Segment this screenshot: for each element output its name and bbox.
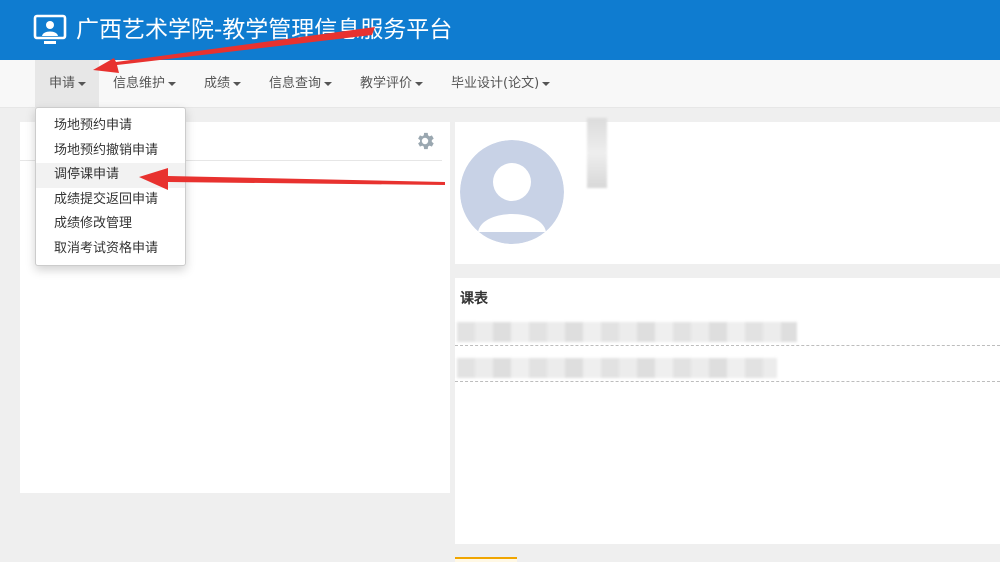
blurred-user-info — [587, 118, 607, 188]
blurred-schedule-row — [457, 358, 777, 378]
page-title: 广西艺术学院-教学管理信息服务平台 — [76, 17, 453, 43]
caret-down-icon — [542, 81, 551, 86]
caret-down-icon — [78, 81, 87, 86]
nav-label: 成绩 — [204, 76, 231, 91]
app-header: 广西艺术学院-教学管理信息服务平台 — [0, 0, 1000, 60]
main-nav: 申请 信息维护 成绩 信息查询 教学评价 毕业设计(论文) — [0, 60, 1000, 108]
caret-down-icon — [324, 81, 333, 86]
nav-label: 信息维护 — [113, 76, 166, 91]
nav-teaching-eval[interactable]: 教学评价 — [360, 60, 424, 108]
menu-item-venue-booking[interactable]: 场地预约申请 — [36, 114, 185, 139]
schedule-title: 课表 — [460, 291, 488, 307]
row-divider — [455, 345, 1000, 346]
row-divider — [455, 381, 1000, 382]
profile-panel — [455, 118, 1000, 264]
default-avatar-icon — [460, 140, 564, 244]
monitor-user-icon — [33, 14, 67, 44]
blurred-schedule-row — [457, 322, 797, 342]
caret-down-icon — [168, 81, 177, 86]
caret-down-icon — [415, 81, 424, 86]
nav-label: 信息查询 — [269, 76, 322, 91]
menu-item-class-suspension[interactable]: 调停课申请 — [36, 163, 185, 188]
menu-item-grade-return[interactable]: 成绩提交返回申请 — [36, 188, 185, 213]
apply-dropdown-menu: 场地预约申请 场地预约撤销申请 调停课申请 成绩提交返回申请 成绩修改管理 取消… — [35, 107, 186, 266]
nav-apply[interactable]: 申请 — [35, 60, 99, 108]
nav-info-maintenance[interactable]: 信息维护 — [113, 60, 177, 108]
menu-item-grade-modify[interactable]: 成绩修改管理 — [36, 212, 185, 237]
nav-label: 教学评价 — [360, 76, 413, 91]
nav-label: 申请 — [49, 76, 76, 91]
bottom-tab[interactable] — [455, 557, 517, 562]
menu-item-venue-cancel[interactable]: 场地预约撤销申请 — [36, 139, 185, 164]
caret-down-icon — [233, 81, 242, 86]
nav-grades[interactable]: 成绩 — [204, 60, 242, 108]
nav-graduation-design[interactable]: 毕业设计(论文) — [451, 60, 551, 108]
nav-label: 毕业设计(论文) — [451, 76, 540, 91]
schedule-panel: 课表 — [455, 278, 1000, 544]
menu-item-cancel-exam[interactable]: 取消考试资格申请 — [36, 237, 185, 262]
gear-icon[interactable] — [414, 130, 436, 152]
nav-info-query[interactable]: 信息查询 — [269, 60, 333, 108]
